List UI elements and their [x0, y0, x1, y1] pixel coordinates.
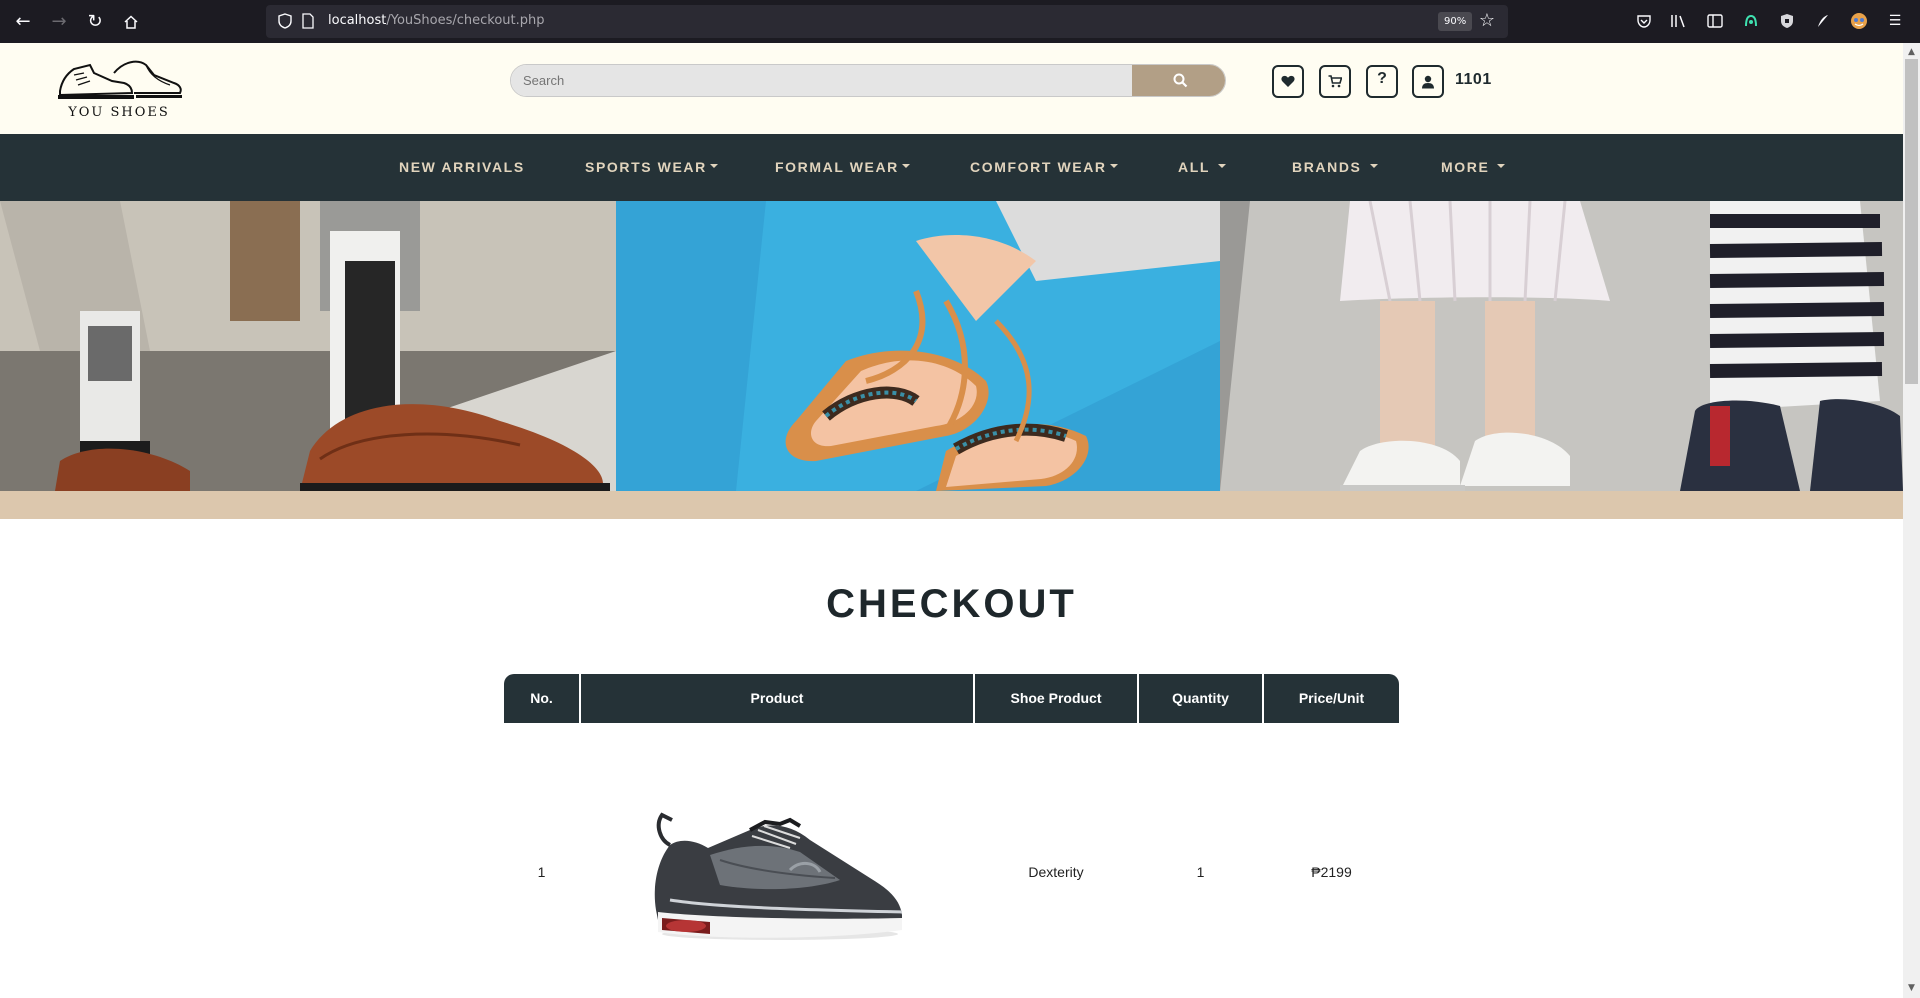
bookmark-star-icon[interactable]: ☆ [1476, 9, 1498, 33]
page-title: CHECKOUT [826, 582, 1077, 626]
cell-quantity: 1 [1196, 864, 1205, 880]
nav-sports-wear[interactable]: SPORTS WEAR [585, 159, 718, 175]
page-icon [302, 13, 314, 29]
user-id-label[interactable]: 1101 [1455, 71, 1492, 89]
account-button[interactable] [1412, 65, 1444, 98]
cart-button[interactable] [1319, 65, 1351, 98]
scroll-down-arrow-icon[interactable]: ▼ [1906, 983, 1917, 994]
column-header-price-unit: Price/Unit [1264, 674, 1399, 723]
nav-formal-wear[interactable]: FORMAL WEAR [775, 159, 910, 175]
chevron-down-icon [1369, 164, 1378, 169]
pocket-icon[interactable] [1634, 11, 1654, 31]
cell-shoe-product: Dexterity [1028, 864, 1084, 880]
zoom-level-badge[interactable]: 90% [1438, 12, 1473, 31]
browser-toolbar: ← → ↻ localhost/YouShoes/checkout.php 90… [0, 0, 1920, 43]
page-scrollbar[interactable]: ▲ ▼ [1903, 43, 1920, 998]
sneaker-logo-icon [58, 60, 182, 99]
scrollbar-thumb[interactable] [1905, 59, 1918, 384]
url-bar[interactable]: localhost/YouShoes/checkout.php 90% ☆ [266, 5, 1508, 38]
search-icon [1173, 73, 1188, 88]
chevron-down-icon [1218, 164, 1227, 169]
nav-brands[interactable]: BRANDS [1292, 159, 1378, 175]
search-button[interactable] [1132, 65, 1225, 96]
decorative-band [0, 491, 1903, 519]
back-icon[interactable]: ← [11, 10, 35, 34]
account-icon[interactable] [1849, 11, 1869, 31]
help-button[interactable]: ? [1366, 65, 1398, 98]
url-text[interactable]: localhost/YouShoes/checkout.php [328, 13, 545, 28]
extension-icon[interactable] [1741, 11, 1761, 31]
nav-comfort-wear[interactable]: COMFORT WEAR [970, 159, 1118, 175]
library-icon[interactable] [1669, 11, 1689, 31]
site-header: YOU SHOES ? 1101 [0, 43, 1903, 134]
main-navigation: NEW ARRIVALS SPORTS WEAR FORMAL WEAR COM… [0, 134, 1903, 201]
scroll-up-arrow-icon[interactable]: ▲ [1906, 47, 1917, 58]
wishlist-button[interactable] [1272, 65, 1304, 98]
user-icon [1422, 75, 1434, 89]
cell-price: ₱2199 [1311, 864, 1352, 880]
help-icon: ? [1377, 70, 1387, 87]
heart-icon [1281, 75, 1295, 87]
cart-icon [1328, 75, 1342, 88]
chevron-down-icon [1109, 164, 1118, 169]
sidebar-icon[interactable] [1705, 11, 1725, 31]
forward-icon[interactable]: → [47, 10, 71, 34]
nav-all[interactable]: ALL [1178, 159, 1227, 175]
hero-image-formal-shoes [0, 201, 616, 491]
search-input[interactable] [511, 65, 1132, 96]
nav-new-arrivals[interactable]: NEW ARRIVALS [399, 159, 525, 175]
hero-banner [0, 201, 1903, 491]
menu-icon[interactable]: ☰ [1885, 11, 1905, 31]
search-form [510, 64, 1226, 97]
column-header-product: Product [581, 674, 973, 723]
hero-image-sandals [616, 201, 1220, 491]
reload-icon[interactable]: ↻ [83, 10, 107, 34]
nav-more[interactable]: MORE [1441, 159, 1506, 175]
chevron-down-icon [1497, 164, 1506, 169]
cell-row-number: 1 [537, 864, 546, 880]
chevron-down-icon [901, 164, 910, 169]
hero-image-sneakers [1220, 201, 1903, 491]
chevron-down-icon [709, 164, 718, 169]
extension-shield-icon[interactable] [1777, 11, 1797, 31]
column-header-no: No. [504, 674, 579, 723]
column-header-quantity: Quantity [1139, 674, 1262, 723]
logo-text: YOU SHOES [68, 105, 170, 120]
you-shoes-logo[interactable]: YOU SHOES [54, 55, 184, 127]
home-icon[interactable] [119, 10, 143, 34]
shield-icon[interactable] [278, 13, 292, 29]
column-header-shoe-product: Shoe Product [975, 674, 1137, 723]
extension-feather-icon[interactable] [1813, 11, 1833, 31]
product-image [640, 800, 920, 945]
